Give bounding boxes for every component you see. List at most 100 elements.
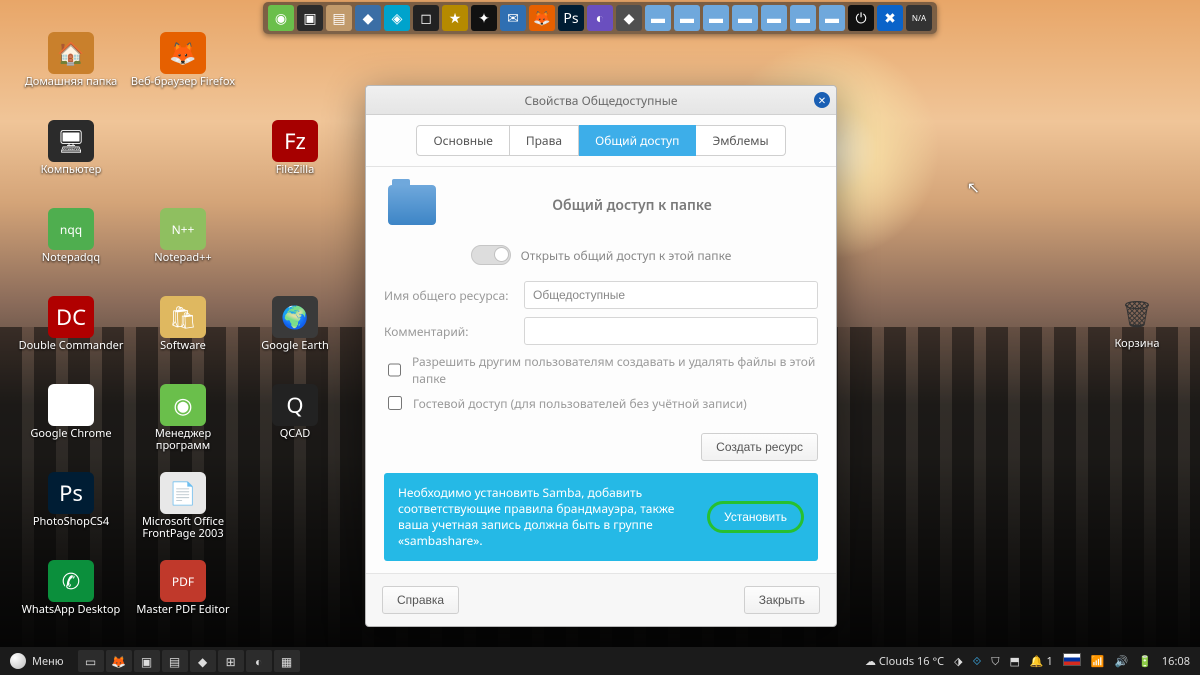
photoshop-label: PhotoShopCS4 xyxy=(33,516,109,528)
desktop-notepadpp[interactable]: N++Notepad++ xyxy=(128,208,238,290)
dock-accessibility[interactable]: ✖ xyxy=(877,5,903,31)
trash-icon[interactable]: 🗑 Корзина xyxy=(1114,290,1160,351)
create-share-button[interactable]: Создать ресурс xyxy=(701,433,818,461)
dock-photoshop[interactable]: Ps xyxy=(558,5,584,31)
desktop-notepadqq[interactable]: nqqNotepadqq xyxy=(16,208,126,290)
battery-icon[interactable]: 🔋 xyxy=(1138,654,1152,669)
dialog-titlebar[interactable]: Свойства Общедоступные ✕ xyxy=(366,86,836,115)
tab-0[interactable]: Основные xyxy=(416,125,509,156)
desktop-photoshop[interactable]: PsPhotoShopCS4 xyxy=(16,472,126,554)
desktop-program-manager[interactable]: ◉Менеджер программ xyxy=(128,384,238,466)
desktop-frontpage[interactable]: 📄Microsoft Office FrontPage 2003 xyxy=(128,472,238,554)
desktop-master-pdf[interactable]: PDFMaster PDF Editor xyxy=(128,560,238,642)
home-folder-label: Домашняя папка xyxy=(25,76,117,88)
whatsapp-label: WhatsApp Desktop xyxy=(22,604,121,616)
share-heading: Общий доступ к папке xyxy=(450,196,814,215)
task-app3[interactable]: ▦ xyxy=(274,650,300,672)
frontpage-label: Microsoft Office FrontPage 2003 xyxy=(130,516,236,540)
task-app[interactable]: ◆ xyxy=(190,650,216,672)
desktop-qcad[interactable]: QQCAD xyxy=(240,384,350,466)
filezilla-label: FileZilla xyxy=(276,164,315,176)
desktop-filezilla[interactable]: FzFileZilla xyxy=(240,120,350,202)
program-manager-label: Менеджер программ xyxy=(130,428,236,452)
computer-label: Компьютер xyxy=(41,164,102,176)
dock-na[interactable]: N/A xyxy=(906,5,932,31)
properties-dialog: Свойства Общедоступные ✕ ОсновныеПраваОб… xyxy=(365,85,837,627)
mint-logo-icon xyxy=(10,653,26,669)
desktop-software[interactable]: 🛍Software xyxy=(128,296,238,378)
task-app2[interactable]: ◐ xyxy=(246,650,272,672)
double-commander-label: Double Commander xyxy=(19,340,124,352)
help-button[interactable]: Справка xyxy=(382,586,459,614)
menu-button[interactable]: Меню xyxy=(0,647,74,675)
network-icon[interactable]: 📶 xyxy=(1091,654,1105,669)
desktop-home-folder[interactable]: 🏠Домашняя папка xyxy=(16,32,126,114)
frontpage-icon: 📄 xyxy=(160,472,206,514)
desktop-firefox[interactable]: 🦊Веб-браузер Firefox xyxy=(128,32,238,114)
notification-icon[interactable]: 🔔 1 xyxy=(1030,654,1053,669)
task-show-desktop[interactable]: ▭ xyxy=(78,650,104,672)
google-earth-label: Google Earth xyxy=(261,340,329,352)
notepadpp-icon: N++ xyxy=(160,208,206,250)
bluetooth-icon[interactable]: ⟐ xyxy=(973,654,982,669)
tray-icon-1[interactable]: ⬗ xyxy=(954,654,962,669)
share-toggle[interactable] xyxy=(471,245,511,265)
desktop-google-chrome[interactable]: ⬤Google Chrome xyxy=(16,384,126,466)
desktop-google-earth[interactable]: 🌍Google Earth xyxy=(240,296,350,378)
dock-shutdown[interactable]: ⏻ xyxy=(848,5,874,31)
desktop-whatsapp[interactable]: ✆WhatsApp Desktop xyxy=(16,560,126,642)
dock-firefox[interactable]: 🦊 xyxy=(529,5,555,31)
volume-icon[interactable]: 🔊 xyxy=(1114,654,1128,669)
desktop-computer[interactable]: 🖥Компьютер xyxy=(16,120,126,202)
tab-3[interactable]: Эмблемы xyxy=(696,125,785,156)
master-pdf-label: Master PDF Editor xyxy=(136,604,229,616)
dock-app1[interactable]: ◆ xyxy=(355,5,381,31)
dock-folder3[interactable]: ▬ xyxy=(703,5,729,31)
dock-mint-menu[interactable]: ◉ xyxy=(268,5,294,31)
update-icon[interactable]: ⬒ xyxy=(1010,654,1020,669)
task-firefox[interactable]: 🦊 xyxy=(106,650,132,672)
dock-folder1[interactable]: ▬ xyxy=(645,5,671,31)
dock-folder6[interactable]: ▬ xyxy=(790,5,816,31)
dock-app2[interactable]: ◈ xyxy=(384,5,410,31)
dock-folder4[interactable]: ▬ xyxy=(732,5,758,31)
share-toggle-label: Открыть общий доступ к этой папке xyxy=(521,247,732,264)
dock-folder7[interactable]: ▬ xyxy=(819,5,845,31)
dock-app4[interactable]: ★ xyxy=(442,5,468,31)
folder-share-icon xyxy=(388,185,436,225)
desktop-double-commander[interactable]: DCDouble Commander xyxy=(16,296,126,378)
notepadqq-icon: nqq xyxy=(48,208,94,250)
close-dialog-button[interactable]: Закрыть xyxy=(744,586,820,614)
share-name-input[interactable] xyxy=(524,281,818,309)
clock[interactable]: 16:08 xyxy=(1162,654,1190,669)
task-wine[interactable]: ⊞ xyxy=(218,650,244,672)
install-button[interactable]: Установить xyxy=(707,501,804,533)
tab-2[interactable]: Общий доступ xyxy=(579,125,696,156)
bottom-panel: Меню ▭🦊▣▤◆⊞◐▦ ☁ Clouds 16 °C ⬗ ⟐ ⛉ ⬒ 🔔 1… xyxy=(0,647,1200,675)
dialog-footer: Справка Закрыть xyxy=(366,573,836,626)
weather-applet[interactable]: ☁ Clouds 16 °C xyxy=(865,654,944,669)
trash-label: Корзина xyxy=(1115,336,1160,351)
dock-app5[interactable]: ✦ xyxy=(471,5,497,31)
task-files[interactable]: ▤ xyxy=(162,650,188,672)
close-button[interactable]: ✕ xyxy=(814,92,830,108)
guest-access-checkbox[interactable] xyxy=(388,396,402,410)
dock-folder5[interactable]: ▬ xyxy=(761,5,787,31)
top-dock: ◉▣▤◆◈◻★✦✉🦊Ps◐◆▬▬▬▬▬▬▬⏻✖N/A xyxy=(263,2,937,34)
keyboard-layout[interactable] xyxy=(1063,653,1081,670)
dock-thunderbird[interactable]: ✉ xyxy=(500,5,526,31)
dock-app3[interactable]: ◻ xyxy=(413,5,439,31)
dialog-title: Свойства Общедоступные xyxy=(524,92,677,109)
comment-input[interactable] xyxy=(524,317,818,345)
allow-write-checkbox[interactable] xyxy=(388,363,401,377)
tab-1[interactable]: Права xyxy=(510,125,579,156)
dock-files[interactable]: ▤ xyxy=(326,5,352,31)
dialog-body: Общий доступ к папке Открыть общий досту… xyxy=(366,167,836,573)
dock-terminal[interactable]: ▣ xyxy=(297,5,323,31)
task-terminal[interactable]: ▣ xyxy=(134,650,160,672)
weather-text: Clouds 16 °C xyxy=(879,654,944,669)
dock-app6[interactable]: ◐ xyxy=(587,5,613,31)
dock-app7[interactable]: ◆ xyxy=(616,5,642,31)
dock-folder2[interactable]: ▬ xyxy=(674,5,700,31)
shield-icon[interactable]: ⛉ xyxy=(991,654,999,669)
